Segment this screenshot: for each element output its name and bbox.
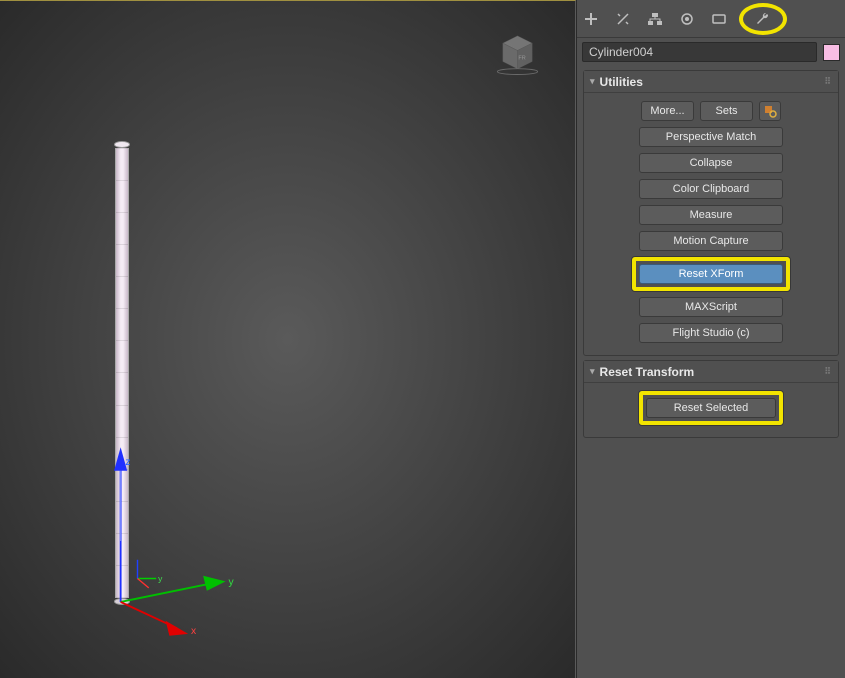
object-name-input[interactable] (582, 42, 817, 62)
motion-tab-icon[interactable] (677, 9, 697, 29)
perspective-match-button[interactable]: Perspective Match (639, 127, 783, 147)
reset-transform-header[interactable]: Reset Transform ⠿ (584, 361, 838, 383)
utilities-title: Utilities (600, 75, 643, 89)
utilities-rollout-header[interactable]: Utilities ⠿ (584, 71, 838, 93)
reset-transform-title: Reset Transform (600, 365, 695, 379)
viewport[interactable]: FR z y x y (0, 0, 576, 678)
utilities-tab-icon[interactable] (753, 9, 773, 29)
svg-text:y: y (158, 573, 163, 583)
reset-selected-button[interactable]: Reset Selected (646, 398, 776, 418)
svg-text:FR: FR (518, 56, 525, 62)
reset-selected-highlight: Reset Selected (639, 391, 783, 425)
hierarchy-tab-icon[interactable] (645, 9, 665, 29)
maxscript-button[interactable]: MAXScript (639, 297, 783, 317)
svg-text:x: x (191, 626, 197, 637)
measure-button[interactable]: Measure (639, 205, 783, 225)
rollout-grip-icon: ⠿ (824, 366, 832, 377)
object-name-row (577, 38, 845, 66)
configure-button[interactable] (759, 101, 781, 121)
motion-capture-button[interactable]: Motion Capture (639, 231, 783, 251)
sets-button[interactable]: Sets (700, 101, 753, 121)
modify-tab-icon[interactable] (613, 9, 633, 29)
utilities-rollout: Utilities ⠿ More... Sets Perspective Mat… (583, 70, 839, 356)
collapse-button[interactable]: Collapse (639, 153, 783, 173)
rollout-grip-icon: ⠿ (824, 76, 832, 87)
flight-studio-button[interactable]: Flight Studio (c) (639, 323, 783, 343)
object-color-swatch[interactable] (823, 44, 840, 61)
command-panel: Utilities ⠿ More... Sets Perspective Mat… (576, 0, 845, 678)
more-button[interactable]: More... (641, 101, 694, 121)
display-tab-icon[interactable] (709, 9, 729, 29)
color-clipboard-button[interactable]: Color Clipboard (639, 179, 783, 199)
reset-xform-highlight: Reset XForm (632, 257, 790, 291)
reset-xform-button[interactable]: Reset XForm (639, 264, 783, 284)
create-tab-icon[interactable] (581, 9, 601, 29)
svg-text:y: y (228, 577, 234, 588)
cylinder-object[interactable] (113, 141, 131, 616)
utilities-tab-highlight (739, 3, 787, 35)
panel-tab-bar (577, 0, 845, 38)
viewcube[interactable]: FR (490, 23, 545, 78)
reset-transform-rollout: Reset Transform ⠿ Reset Selected (583, 360, 839, 438)
